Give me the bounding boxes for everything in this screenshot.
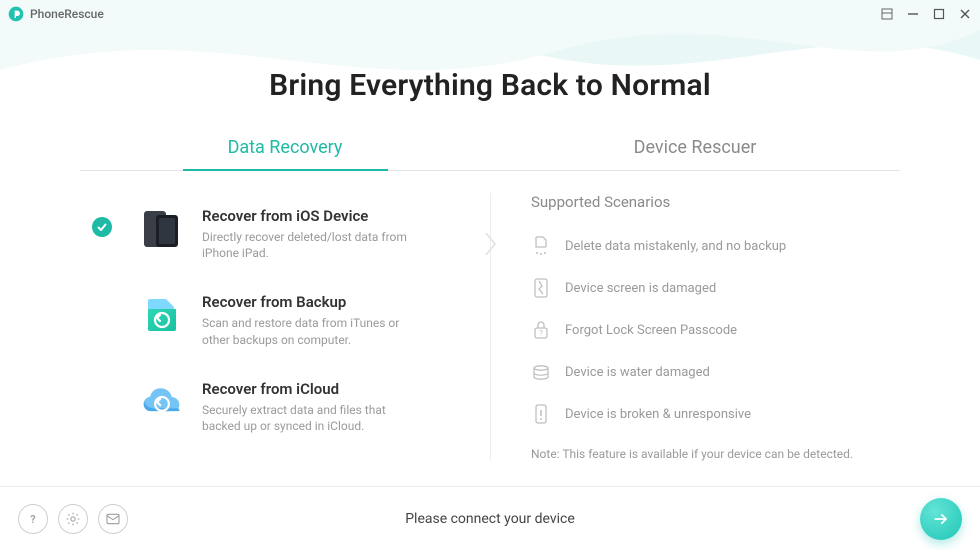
unresponsive-device-icon [531,403,551,425]
option-text: Recover from Backup Scan and restore dat… [202,293,422,347]
status-text: Please connect your device [0,511,980,527]
compact-mode-icon[interactable] [880,7,894,21]
chevron-right-icon [482,229,500,259]
scenario-text: Forgot Lock Screen Passcode [565,323,737,338]
cracked-screen-icon [531,277,551,299]
tab-device-rescuer[interactable]: Device Rescuer [490,127,900,170]
option-title: Recover from iCloud [202,380,422,398]
page-title: Bring Everything Back to Normal [80,68,900,103]
scenario-text: Device is water damaged [565,365,710,380]
scenario-item: ? Forgot Lock Screen Passcode [531,309,900,351]
scenario-text: Device is broken & unresponsive [565,407,751,422]
ios-device-icon [140,207,184,251]
option-title: Recover from Backup [202,293,422,311]
option-recover-ios-device[interactable]: Recover from iOS Device Directly recover… [80,193,466,279]
water-damage-icon [531,361,551,383]
tab-data-recovery[interactable]: Data Recovery [80,127,490,170]
option-desc: Directly recover deleted/lost data from … [202,229,422,261]
app-logo-icon [8,6,24,22]
option-desc: Scan and restore data from iTunes or oth… [202,315,422,347]
minimize-icon[interactable] [906,7,920,21]
option-text: Recover from iCloud Securely extract dat… [202,380,422,434]
svg-text:?: ? [539,330,543,338]
scenario-text: Device screen is damaged [565,281,716,296]
option-recover-backup[interactable]: Recover from Backup Scan and restore dat… [80,279,466,365]
content-row: Recover from iOS Device Directly recover… [80,193,900,461]
scenario-note: Note: This feature is available if your … [531,447,900,461]
supported-scenarios: Supported Scenarios Delete data mistaken… [490,193,900,461]
scenario-text: Delete data mistakenly, and no backup [565,239,786,254]
lock-passcode-icon: ? [531,319,551,341]
icloud-icon [140,380,184,424]
option-title: Recover from iOS Device [202,207,422,225]
window-controls [880,7,972,21]
scenario-item: Delete data mistakenly, and no backup [531,225,900,267]
close-icon[interactable] [958,7,972,21]
app-title: PhoneRescue [30,7,104,21]
delete-data-icon [531,235,551,257]
option-text: Recover from iOS Device Directly recover… [202,207,422,261]
selected-check-icon [92,217,112,237]
title-bar: PhoneRescue [0,0,980,28]
main-content: Bring Everything Back to Normal Data Rec… [0,28,980,461]
scenario-item: Device is broken & unresponsive [531,393,900,435]
scenario-item: Device screen is damaged [531,267,900,309]
supported-heading: Supported Scenarios [531,193,900,211]
option-recover-icloud[interactable]: Recover from iCloud Securely extract dat… [80,366,466,452]
backup-file-icon [140,293,184,337]
maximize-icon[interactable] [932,7,946,21]
scenario-item: Device is water damaged [531,351,900,393]
recovery-options: Recover from iOS Device Directly recover… [80,193,490,461]
footer-bar: ? Please connect your device [0,486,980,550]
option-desc: Securely extract data and files that bac… [202,402,422,434]
app-logo-wrap: PhoneRescue [8,6,104,22]
mode-tabs: Data Recovery Device Rescuer [80,127,900,171]
